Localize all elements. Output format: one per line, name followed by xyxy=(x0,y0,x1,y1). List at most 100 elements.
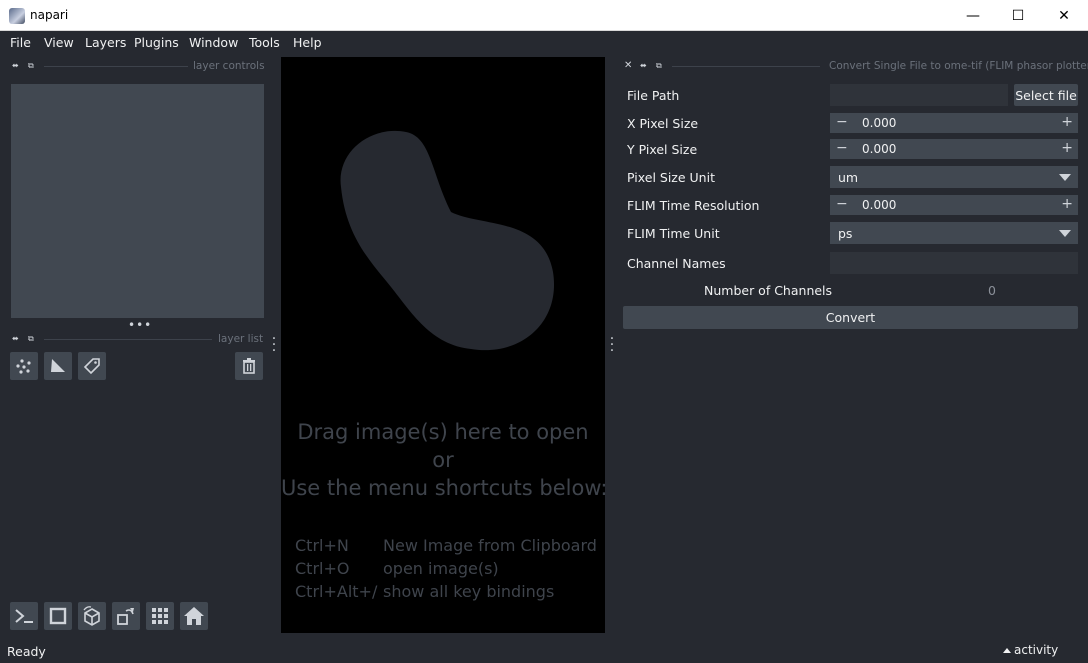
menu-plugins[interactable]: Plugins xyxy=(134,35,179,50)
shortcut-key: Ctrl+O xyxy=(295,559,350,578)
float-icon[interactable]: ⬌ xyxy=(12,334,19,343)
undock-icon[interactable]: ⧉ xyxy=(656,61,662,71)
menu-bar: File View Layers Plugins Window Tools He… xyxy=(0,31,1088,54)
float-icon[interactable]: ⬌ xyxy=(12,61,19,70)
cube-icon xyxy=(83,606,100,626)
close-button[interactable]: ✕ xyxy=(1041,0,1087,31)
transpose-dims-button[interactable] xyxy=(112,602,140,630)
menu-view[interactable]: View xyxy=(44,35,74,50)
x-pixel-size-label: X Pixel Size xyxy=(627,116,699,131)
plugin-dock-header: ✕ ⬌ ⧉ Convert Single File to ome-tif (FL… xyxy=(622,58,1088,74)
y-pixel-size-value: 0.000 xyxy=(862,142,897,156)
trash-icon xyxy=(243,358,255,374)
pixel-size-unit-select[interactable]: um xyxy=(830,166,1078,188)
shortcut-desc: New Image from Clipboard xyxy=(383,536,597,555)
x-pixel-size-spinbox[interactable]: − 0.000 + xyxy=(830,113,1078,133)
channel-names-input[interactable] xyxy=(830,252,1078,274)
layer-list-title: layer list xyxy=(218,333,264,345)
transpose-icon xyxy=(117,608,134,625)
menu-window[interactable]: Window xyxy=(189,35,238,50)
shapes-icon xyxy=(51,359,65,372)
activity-label: activity xyxy=(1014,643,1059,657)
decrement-icon[interactable]: − xyxy=(836,114,848,130)
convert-button[interactable]: Convert xyxy=(623,306,1078,329)
layer-list-header: ⬌ ⧉ layer list xyxy=(10,331,270,347)
new-shapes-layer-button[interactable] xyxy=(44,352,72,380)
undock-icon[interactable]: ⧉ xyxy=(28,334,34,344)
viewer-canvas[interactable]: Drag image(s) here to open or Use the me… xyxy=(281,57,605,633)
layer-controls-header: ⬌ ⧉ layer controls xyxy=(10,58,270,74)
points-icon xyxy=(16,359,31,374)
new-labels-layer-button[interactable] xyxy=(78,352,106,380)
menu-tools[interactable]: Tools xyxy=(249,35,280,50)
menu-layers[interactable]: Layers xyxy=(85,35,126,50)
flim-time-unit-select[interactable]: ps xyxy=(830,222,1078,244)
drop-hint-line3: Use the menu shortcuts below: xyxy=(281,476,605,500)
increment-icon[interactable]: + xyxy=(1061,114,1073,130)
y-pixel-size-label: Y Pixel Size xyxy=(627,142,698,157)
chevron-down-icon xyxy=(1059,230,1071,237)
number-of-channels-label: Number of Channels xyxy=(704,283,833,298)
activity-button[interactable]: activity xyxy=(1003,643,1058,657)
ndisplay-button[interactable] xyxy=(44,602,72,630)
splitter-handle-icon[interactable]: ••• xyxy=(128,318,152,332)
pixel-size-unit-label: Pixel Size Unit xyxy=(627,170,715,185)
divider xyxy=(44,66,188,67)
flim-time-resolution-label: FLIM Time Resolution xyxy=(627,198,760,213)
square-icon xyxy=(49,607,67,625)
home-button[interactable] xyxy=(180,602,208,630)
layer-controls-area xyxy=(11,84,264,318)
status-text: Ready xyxy=(7,644,46,659)
drop-hint-line1: Drag image(s) here to open xyxy=(297,420,589,444)
right-splitter-handle-icon[interactable]: · · · xyxy=(609,332,615,358)
select-file-button[interactable]: Select file xyxy=(1014,84,1078,106)
flim-time-resolution-spinbox[interactable]: − 0.000 + xyxy=(830,195,1078,215)
shortcut-key: Ctrl+N xyxy=(295,536,349,555)
decrement-icon[interactable]: − xyxy=(836,140,848,156)
undock-icon[interactable]: ⧉ xyxy=(28,61,34,71)
maximize-button[interactable]: ☐ xyxy=(995,0,1041,31)
delete-layer-button[interactable] xyxy=(235,352,263,380)
napari-logo-icon xyxy=(9,8,25,24)
layer-controls-title: layer controls xyxy=(193,60,265,72)
console-icon xyxy=(15,609,33,623)
labels-icon xyxy=(83,358,100,375)
decrement-icon[interactable]: − xyxy=(836,196,848,212)
chevron-up-icon xyxy=(1003,647,1011,653)
increment-icon[interactable]: + xyxy=(1061,196,1073,212)
grid-icon xyxy=(152,608,168,624)
x-pixel-size-value: 0.000 xyxy=(862,116,897,130)
roll-dims-button[interactable] xyxy=(78,602,106,630)
plugin-title: Convert Single File to ome-tif (FLIM pha… xyxy=(829,60,1088,72)
new-points-layer-button[interactable] xyxy=(10,352,38,380)
napari-blob-logo-icon xyxy=(340,130,555,351)
flim-time-unit-value: ps xyxy=(838,226,853,241)
flim-time-unit-label: FLIM Time Unit xyxy=(627,226,720,241)
file-path-input[interactable] xyxy=(830,84,1008,106)
shortcut-key: Ctrl+Alt+/ xyxy=(295,582,378,601)
close-dock-icon[interactable]: ✕ xyxy=(624,60,632,71)
increment-icon[interactable]: + xyxy=(1061,140,1073,156)
divider xyxy=(672,66,820,67)
menu-file[interactable]: File xyxy=(10,35,31,50)
number-of-channels-value: 0 xyxy=(988,283,996,298)
flim-time-resolution-value: 0.000 xyxy=(862,198,897,212)
minimize-button[interactable]: — xyxy=(950,0,996,31)
y-pixel-size-spinbox[interactable]: − 0.000 + xyxy=(830,139,1078,159)
shortcut-desc: open image(s) xyxy=(383,559,499,578)
menu-help[interactable]: Help xyxy=(293,35,322,50)
divider xyxy=(44,339,212,340)
float-icon[interactable]: ⬌ xyxy=(640,61,647,70)
channel-names-label: Channel Names xyxy=(627,256,726,271)
left-splitter-handle-icon[interactable]: · · · xyxy=(271,332,277,358)
drop-hint-line2: or xyxy=(432,448,454,472)
console-button[interactable] xyxy=(10,602,38,630)
title-bar: napari — ☐ ✕ xyxy=(0,0,1088,31)
chevron-down-icon xyxy=(1059,174,1071,181)
file-path-label: File Path xyxy=(627,88,680,103)
shortcut-desc: show all key bindings xyxy=(383,582,555,601)
home-icon xyxy=(184,607,204,625)
pixel-size-unit-value: um xyxy=(838,170,859,185)
grid-view-button[interactable] xyxy=(146,602,174,630)
window-title: napari xyxy=(30,8,69,22)
